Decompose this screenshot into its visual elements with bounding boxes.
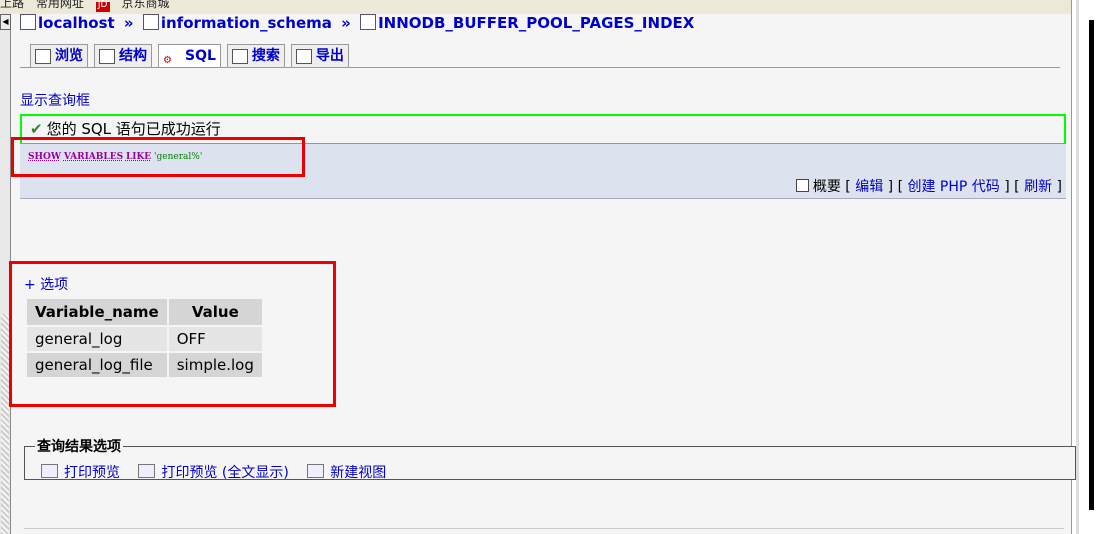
print-view-link[interactable]: 打印预览 [64,465,120,481]
database-icon [142,14,159,30]
profiling-label: 概要 [812,179,841,195]
edit-link[interactable]: 编辑 [855,179,883,195]
print-icon [138,464,156,478]
breadcrumb-table[interactable]: INNODB_BUFFER_POOL_PAGES_INDEX [378,14,694,32]
breadcrumb: localhost » information_schema » INNODB_… [20,12,1070,34]
checkmark-icon: ✔ [30,120,43,138]
highlight-box-results [9,261,336,407]
breadcrumb-host[interactable]: localhost [38,14,115,32]
main-content: localhost » information_schema » INNODB_… [20,12,1070,34]
breadcrumb-separator: » [341,14,351,32]
scrollbar-track [1076,0,1079,534]
tab-label: 浏览 [55,48,83,64]
query-results-links: 打印预览 打印预览 (全文显示) 新建视图 [35,462,1065,482]
bookmark-item[interactable]: 京东商城 [122,0,170,10]
query-results-legend: 查询结果选项 [37,439,121,455]
export-icon [295,48,312,64]
jd-icon: JD [95,1,110,12]
server-icon [20,14,36,30]
bottom-divider [24,528,1064,529]
tab-label: 结构 [119,48,147,64]
structure-icon [99,48,115,64]
tab-browse[interactable]: 浏览 [30,44,88,67]
print-icon [41,464,58,478]
tab-structure[interactable]: 结构 [94,44,152,67]
scroll-left-icon[interactable]: ◀ [0,14,11,30]
tab-export[interactable]: 导出 [290,44,349,67]
search-icon [231,48,248,64]
sql-icon: ⚙ [163,54,172,66]
tab-bar: 浏览 结构 ⚙ SQL 搜索 导出 [30,44,355,68]
highlight-box-sql [11,137,305,177]
table-icon [360,14,377,30]
browse-icon [35,48,51,64]
create-php-link[interactable]: 创建 PHP 代码 [907,179,999,195]
profiling-checkbox[interactable] [795,179,809,192]
frame-pattern [1,314,9,534]
create-view-link[interactable]: 新建视图 [330,465,386,481]
success-text: 您的 SQL 语句已成功运行 [46,120,221,138]
frame-border [1089,20,1094,510]
bookmark-item[interactable]: 常用网址 [36,0,84,10]
tab-divider [20,67,1060,68]
tab-sql[interactable]: ⚙ SQL [158,44,221,67]
tab-label: SQL [185,48,216,64]
bookmark-item[interactable]: 上路 [0,0,24,10]
tab-label: 导出 [315,48,344,64]
query-results-operations: 查询结果选项 打印预览 打印预览 (全文显示) 新建视图 [24,436,1076,482]
sql-actions: 概要 [ 编辑 ] [ 创建 PHP 代码 ] [ 刷新 ] [795,176,1062,196]
breadcrumb-separator: » [123,14,134,32]
show-query-box-link[interactable]: 显示查询框 [20,90,90,110]
print-view-full-link[interactable]: 打印预览 (全文显示) [161,465,288,481]
refresh-link[interactable]: 刷新 [1024,179,1052,195]
view-icon [307,464,325,478]
tab-label: 搜索 [251,48,280,64]
tab-search[interactable]: 搜索 [226,44,285,67]
breadcrumb-db[interactable]: information_schema [161,14,332,32]
